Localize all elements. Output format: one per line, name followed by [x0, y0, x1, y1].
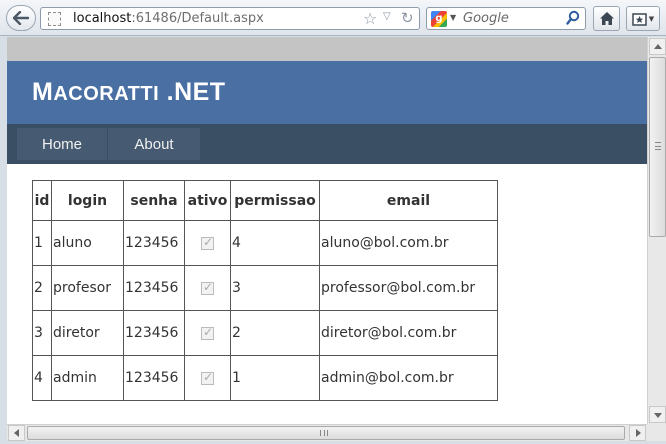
horizontal-scrollbar[interactable] [7, 424, 647, 441]
cell-permissao: 4 [230, 220, 320, 266]
column-header-email: email [319, 180, 498, 221]
cell-email: diretor@bol.com.br [319, 310, 498, 356]
site-title[interactable]: MACORATTI .NET [32, 78, 226, 107]
table-row: 4 admin 123456 1 admin@bol.com.br [32, 355, 498, 401]
cell-ativo [184, 355, 231, 401]
cell-senha: 123456 [123, 220, 185, 266]
chevron-down-icon: ▼ [648, 14, 655, 23]
bookmarks-button[interactable]: ▼ [626, 6, 660, 31]
table-row: 3 diretor 123456 2 diretor@bol.com.br [32, 310, 498, 356]
column-header-permissao: permissao [230, 180, 320, 221]
cell-id: 1 [32, 220, 52, 266]
site-header: MACORATTI .NET [7, 61, 647, 124]
ativo-checkbox [201, 370, 214, 385]
column-header-login: login [51, 180, 124, 221]
main-menu: Home About [7, 124, 647, 164]
horizontal-scroll-thumb[interactable] [27, 426, 625, 440]
search-placeholder: Google [463, 11, 509, 26]
site-title-suffix: .NET [159, 78, 226, 106]
table-row: 2 profesor 123456 3 professor@bol.com.br [32, 265, 498, 311]
column-header-senha: senha [123, 180, 185, 221]
address-bar[interactable]: localhost:61486/Default.aspx ☆ ▽ ↻ [40, 7, 420, 30]
cell-senha: 123456 [123, 355, 185, 401]
grip-icon [655, 142, 661, 150]
reload-icon[interactable]: ↻ [401, 9, 414, 27]
cell-ativo [184, 220, 231, 266]
table-header-row: id login senha ativo permissao email [32, 180, 498, 221]
chevron-down-icon[interactable]: ▽ [383, 11, 391, 22]
url-path: :61486/Default.aspx [131, 11, 264, 26]
cell-ativo [184, 265, 231, 311]
cell-senha: 123456 [123, 265, 185, 311]
cell-login: diretor [51, 310, 124, 356]
home-button[interactable] [593, 6, 620, 31]
star-icon[interactable]: ☆ [363, 9, 377, 28]
search-bar[interactable]: g ▼ Google [426, 7, 586, 30]
users-grid: id login senha ativo permissao email 1 a… [32, 180, 498, 401]
cell-login: admin [51, 355, 124, 401]
page-viewport: MACORATTI .NET Home About id login senha… [7, 37, 647, 424]
cell-email: aluno@bol.com.br [319, 220, 498, 266]
google-icon[interactable]: g [431, 11, 447, 27]
scroll-right-button[interactable] [629, 425, 646, 441]
browser-toolbar: localhost:61486/Default.aspx ☆ ▽ ↻ g ▼ G… [0, 0, 666, 36]
bookmarks-icon [632, 12, 647, 26]
back-button[interactable] [6, 5, 36, 31]
cell-email: professor@bol.com.br [319, 265, 498, 311]
ativo-checkbox [201, 235, 214, 250]
cell-login: profesor [51, 265, 124, 311]
column-header-ativo: ativo [184, 180, 231, 221]
cell-id: 2 [32, 265, 52, 311]
ativo-checkbox [201, 280, 214, 295]
cell-email: admin@bol.com.br [319, 355, 498, 401]
site-title-rest: ACORATTI [53, 83, 160, 105]
cell-permissao: 2 [230, 310, 320, 356]
scroll-up-button[interactable] [649, 38, 666, 55]
cell-permissao: 1 [230, 355, 320, 401]
search-engine-dropdown-icon[interactable]: ▼ [450, 13, 456, 22]
table-row: 1 aluno 123456 4 aluno@bol.com.br [32, 220, 498, 266]
home-icon [599, 12, 614, 25]
site-title-initial: M [32, 78, 54, 106]
back-arrow-icon [13, 11, 29, 25]
cell-id: 4 [32, 355, 52, 401]
url-text[interactable]: localhost:61486/Default.aspx [73, 11, 264, 26]
menu-item-home[interactable]: Home [17, 128, 107, 160]
vertical-scroll-thumb[interactable] [649, 57, 666, 237]
cell-id: 3 [32, 310, 52, 356]
scroll-down-button[interactable] [649, 406, 666, 423]
cell-ativo [184, 310, 231, 356]
cell-senha: 123456 [123, 310, 185, 356]
vertical-scrollbar[interactable] [647, 37, 666, 424]
menu-item-about[interactable]: About [108, 128, 200, 160]
top-strip [7, 37, 647, 61]
ativo-checkbox [201, 325, 214, 340]
url-host: localhost [73, 11, 132, 26]
grip-icon [320, 430, 328, 436]
cell-permissao: 3 [230, 265, 320, 311]
page-icon [48, 12, 61, 26]
cell-login: aluno [51, 220, 124, 266]
scroll-left-button[interactable] [8, 425, 25, 441]
column-header-id: id [32, 180, 52, 221]
magnifier-icon[interactable] [566, 10, 580, 30]
